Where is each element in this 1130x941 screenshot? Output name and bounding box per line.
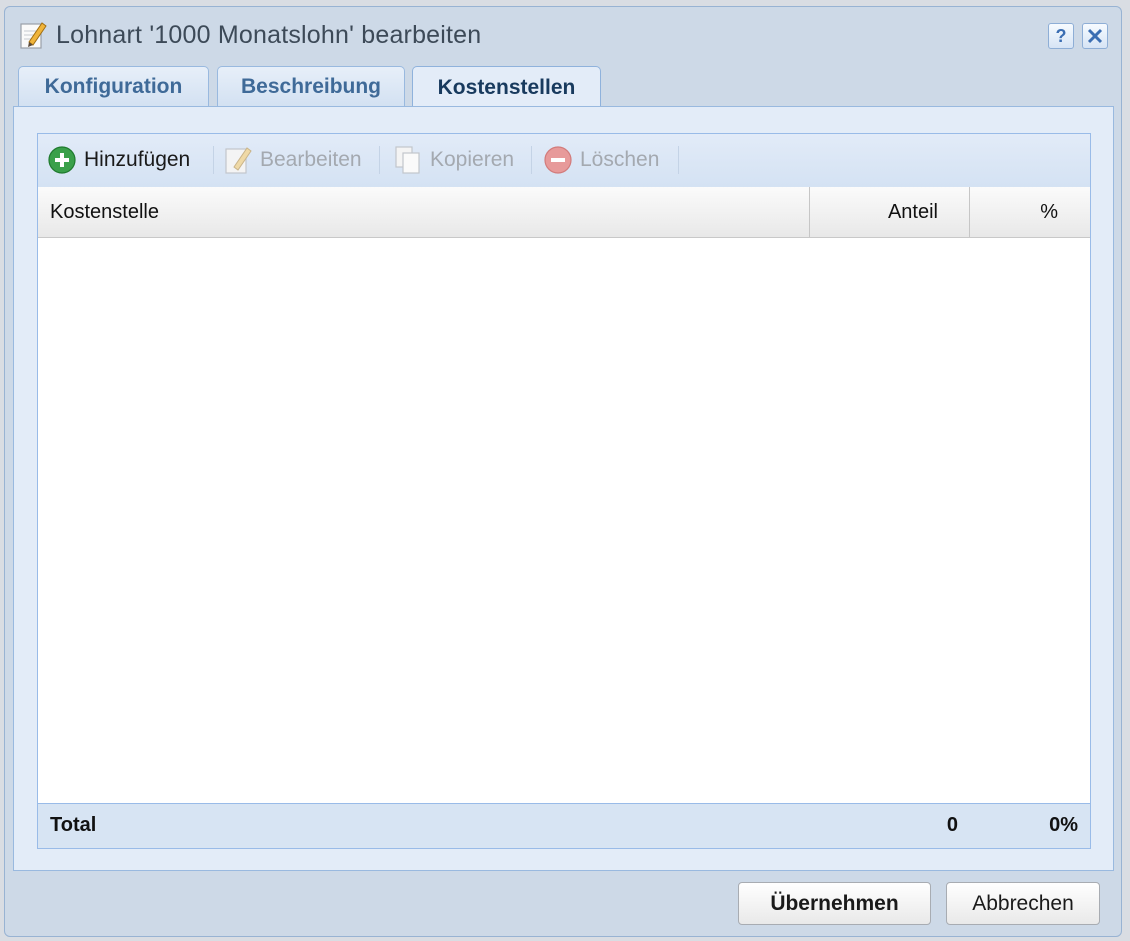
summary-total-label: Total — [50, 813, 97, 836]
summary-anteil-value: 0 — [946, 813, 958, 836]
dialog-title: Lohnart '1000 Monatslohn' bearbeiten — [56, 21, 482, 49]
edit-icon — [225, 147, 252, 174]
close-button[interactable] — [1082, 23, 1108, 49]
copy-button[interactable]: Kopieren — [394, 143, 514, 177]
apply-button[interactable]: Übernehmen — [738, 882, 931, 925]
column-header-kostenstelle[interactable]: Kostenstelle — [50, 187, 810, 237]
title-bar[interactable]: Lohnart '1000 Monatslohn' bearbeiten ? — [5, 7, 1121, 65]
add-button[interactable]: Hinzufügen — [48, 143, 190, 177]
summary-percent-value: 0% — [1049, 813, 1078, 836]
close-icon — [1087, 28, 1103, 44]
grid-body[interactable] — [38, 238, 1090, 804]
toolbar-separator — [531, 146, 532, 174]
copy-icon — [395, 146, 420, 174]
grid-toolbar: Hinzufügen Bearbeiten Kopieren Löschen — [38, 134, 1090, 188]
copy-label: Kopieren — [430, 148, 515, 171]
edit-label: Bearbeiten — [260, 148, 362, 171]
column-header-anteil[interactable]: Anteil — [810, 187, 938, 237]
toolbar-separator — [379, 146, 380, 174]
tab-konfiguration[interactable]: Konfiguration — [18, 66, 209, 106]
toolbar-separator — [678, 146, 679, 174]
delete-button[interactable]: Löschen — [544, 143, 659, 177]
tab-beschreibung[interactable]: Beschreibung — [217, 66, 405, 106]
cancel-button[interactable]: Abbrechen — [946, 882, 1100, 925]
tab-panel-kostenstellen: Hinzufügen Bearbeiten Kopieren Löschen K… — [13, 112, 1114, 871]
add-label: Hinzufügen — [84, 148, 191, 171]
toolbar-separator — [213, 146, 214, 174]
grid-column-header: Kostenstelle Anteil % — [38, 187, 1090, 238]
kostenstellen-grid: Hinzufügen Bearbeiten Kopieren Löschen K… — [37, 133, 1091, 849]
tab-kostenstellen[interactable]: Kostenstellen — [412, 66, 601, 108]
delete-icon — [544, 146, 572, 174]
grid-summary-row: Total 0 0% — [38, 803, 1090, 848]
column-header-percent[interactable]: % — [970, 187, 1058, 237]
edit-button[interactable]: Bearbeiten — [224, 143, 362, 177]
edit-pencil-icon — [20, 22, 47, 49]
edit-dialog: Lohnart '1000 Monatslohn' bearbeiten ? K… — [4, 6, 1122, 937]
delete-label: Löschen — [580, 148, 660, 171]
help-button[interactable]: ? — [1048, 23, 1074, 49]
add-icon — [48, 146, 76, 174]
